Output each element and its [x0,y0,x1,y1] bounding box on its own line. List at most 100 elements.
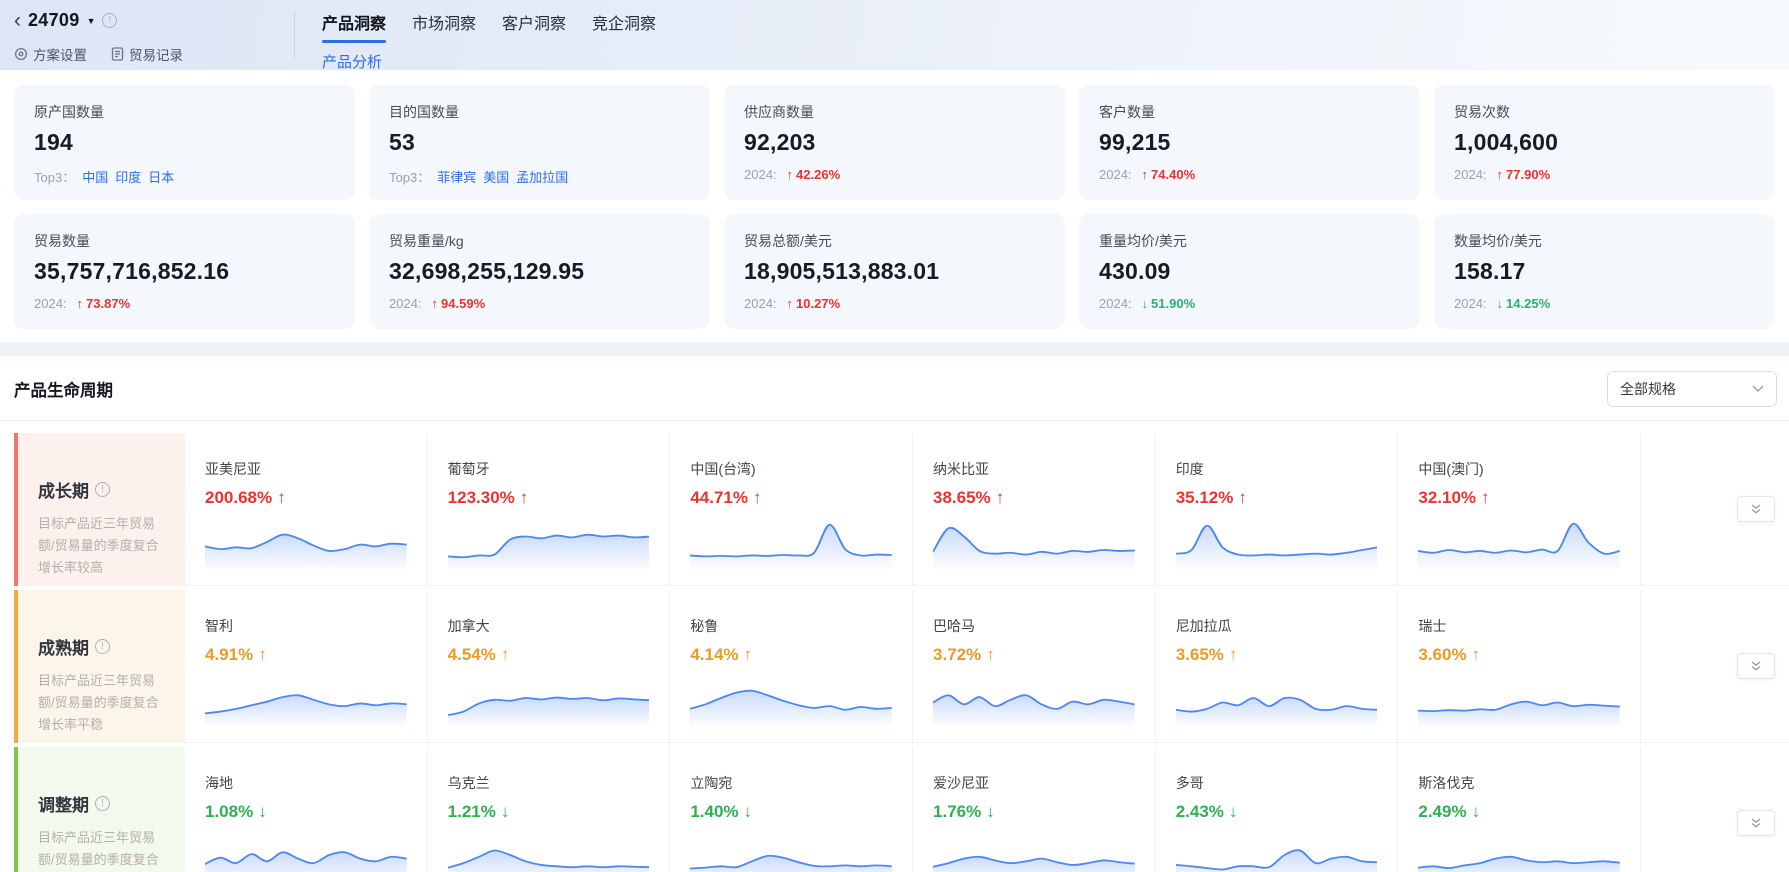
trend-sparkline [1418,827,1620,872]
country-trend-cell[interactable]: 爱沙尼亚 1.76%↓ [913,747,1156,872]
change-year-label: 2024: [1454,167,1487,182]
trend-arrow-icon: ↑ [1229,645,1238,664]
expand-row-button[interactable] [1737,810,1775,836]
row-gutter [1641,590,1789,743]
country-trend-cell[interactable]: 智利 4.91%↑ [185,590,428,742]
top3-link[interactable]: 菲律宾 [437,170,476,185]
country-name: 海地 [205,773,407,793]
stats-section: 原产国数量 194 Top3：中国印度日本 目的国数量 53 Top3：菲律宾美… [0,70,1789,342]
trend-arrow-icon: ↑ [996,488,1005,507]
section-title: 产品生命周期 [14,377,113,401]
lifecycle-row: 调整期 ! 目标产品近三年贸易额/贸易量的季度复合增长率呈负 海地 1.08%↓… [14,747,1789,872]
lifecycle-stage-panel: 成长期 ! 目标产品近三年贸易额/贸易量的季度复合增长率较高 [14,433,185,586]
info-icon[interactable]: ! [95,482,110,497]
caret-down-icon[interactable]: ▼ [87,16,96,26]
trend-sparkline [933,513,1135,569]
tab-product-analysis[interactable]: 产品分析 [322,51,656,72]
top3-link[interactable]: 日本 [148,170,174,185]
trend-arrow-icon: ↓ [986,802,995,821]
trend-arrow-icon: ↑ [744,645,753,664]
stage-name: 成长期 [38,477,89,502]
stage-name: 成熟期 [38,634,89,659]
plan-settings-button[interactable]: 方案设置 [14,44,87,64]
trend-arrow-icon: ↑ [77,296,84,311]
trade-records-label: 贸易记录 [129,44,183,64]
country-trend-cell[interactable]: 葡萄牙 123.30%↑ [428,433,671,585]
stat-card: 目的国数量 53 Top3：菲律宾美国孟加拉国 [369,85,710,200]
nav-tab[interactable]: 市场洞察 [412,10,476,43]
country-name: 巴哈马 [933,616,1135,636]
trend-arrow-icon: ↓ [1229,802,1238,821]
stat-change: 2024:↑42.26% [744,167,840,182]
trend-sparkline [690,670,892,726]
growth-rate: 35.12%↑ [1176,488,1378,508]
country-trend-cell[interactable]: 斯洛伐克 2.49%↓ [1398,747,1641,872]
growth-rate: 1.76%↓ [933,802,1135,822]
change-value: 74.40% [1151,167,1195,182]
stats-row-2: 贸易数量 35,757,716,852.16 2024:↑73.87% 贸易重量… [14,214,1775,329]
top3-link[interactable]: 美国 [483,170,509,185]
country-trend-cell[interactable]: 亚美尼亚 200.68%↑ [185,433,428,585]
top3-link[interactable]: 中国 [82,170,108,185]
growth-rate: 4.14%↑ [690,645,892,665]
trend-sparkline [1176,827,1378,872]
country-trend-cell[interactable]: 立陶宛 1.40%↓ [670,747,913,872]
top3-link[interactable]: 孟加拉国 [516,170,568,185]
nav-tab[interactable]: 客户洞察 [502,10,566,43]
country-trend-cell[interactable]: 秘鲁 4.14%↑ [670,590,913,742]
stage-description: 目标产品近三年贸易额/贸易量的季度复合增长率呈负 [38,827,169,872]
stat-card: 供应商数量 92,203 2024:↑42.26% [724,85,1065,200]
country-trend-cell[interactable]: 巴哈马 3.72%↑ [913,590,1156,742]
change-year-label: 2024: [744,296,777,311]
country-name: 多哥 [1176,773,1378,793]
nav-tab[interactable]: 竞企洞察 [592,10,656,43]
country-trend-cell[interactable]: 纳米比亚 38.65%↑ [913,433,1156,585]
country-name: 斯洛伐克 [1418,773,1620,793]
stats-row-1: 原产国数量 194 Top3：中国印度日本 目的国数量 53 Top3：菲律宾美… [14,85,1775,200]
country-trend-cell[interactable]: 中国(澳门) 32.10%↑ [1398,433,1641,585]
back-chevron-icon[interactable]: ‹ [14,10,21,31]
growth-rate: 123.30%↑ [448,488,650,508]
growth-rate: 4.91%↑ [205,645,407,665]
country-trend-cell[interactable]: 乌克兰 1.21%↓ [428,747,671,872]
growth-rate: 44.71%↑ [690,488,892,508]
trend-arrow-icon: ↑ [787,296,794,311]
row-gutter [1641,747,1789,872]
growth-rate: 200.68%↑ [205,488,407,508]
country-trend-cell[interactable]: 瑞士 3.60%↑ [1398,590,1641,742]
stat-label: 贸易重量/kg [389,231,690,251]
change-value: 10.27% [796,296,840,311]
stat-value: 18,905,513,883.01 [744,258,1045,285]
stat-label: 供应商数量 [744,102,1045,122]
growth-rate: 1.08%↓ [205,802,407,822]
country-trend-cell[interactable]: 印度 35.12%↑ [1156,433,1399,585]
spec-filter-dropdown[interactable]: 全部规格 [1607,371,1777,407]
country-name: 瑞士 [1418,616,1620,636]
info-icon[interactable]: ! [95,639,110,654]
document-icon [111,47,124,61]
nav-tab[interactable]: 产品洞察 [322,10,386,43]
country-trend-cell[interactable]: 多哥 2.43%↓ [1156,747,1399,872]
expand-row-button[interactable] [1737,496,1775,522]
country-name: 加拿大 [448,616,650,636]
growth-rate: 32.10%↑ [1418,488,1620,508]
top-header: ‹ 24709 ▼ ! 方案设置 贸易记录 产品洞察市场洞察客户洞察竞企洞察 [0,0,1789,70]
change-value: 73.87% [86,296,130,311]
top3-link[interactable]: 印度 [115,170,141,185]
country-trend-cell[interactable]: 尼加拉瓜 3.65%↑ [1156,590,1399,742]
trend-arrow-icon: ↑ [753,488,762,507]
country-trend-cell[interactable]: 加拿大 4.54%↑ [428,590,671,742]
expand-row-button[interactable] [1737,653,1775,679]
country-name: 秘鲁 [690,616,892,636]
section-divider [0,420,1789,421]
growth-rate: 3.65%↑ [1176,645,1378,665]
stat-label: 贸易总额/美元 [744,231,1045,251]
info-icon[interactable]: ! [102,13,117,28]
trend-sparkline [1176,513,1378,569]
info-icon[interactable]: ! [95,796,110,811]
double-chevron-down-icon [1750,503,1762,515]
trade-records-button[interactable]: 贸易记录 [111,44,183,64]
country-trend-cell[interactable]: 中国(台湾) 44.71%↑ [670,433,913,585]
country-trend-cell[interactable]: 海地 1.08%↓ [185,747,428,872]
plan-id-title[interactable]: 24709 [28,10,80,31]
